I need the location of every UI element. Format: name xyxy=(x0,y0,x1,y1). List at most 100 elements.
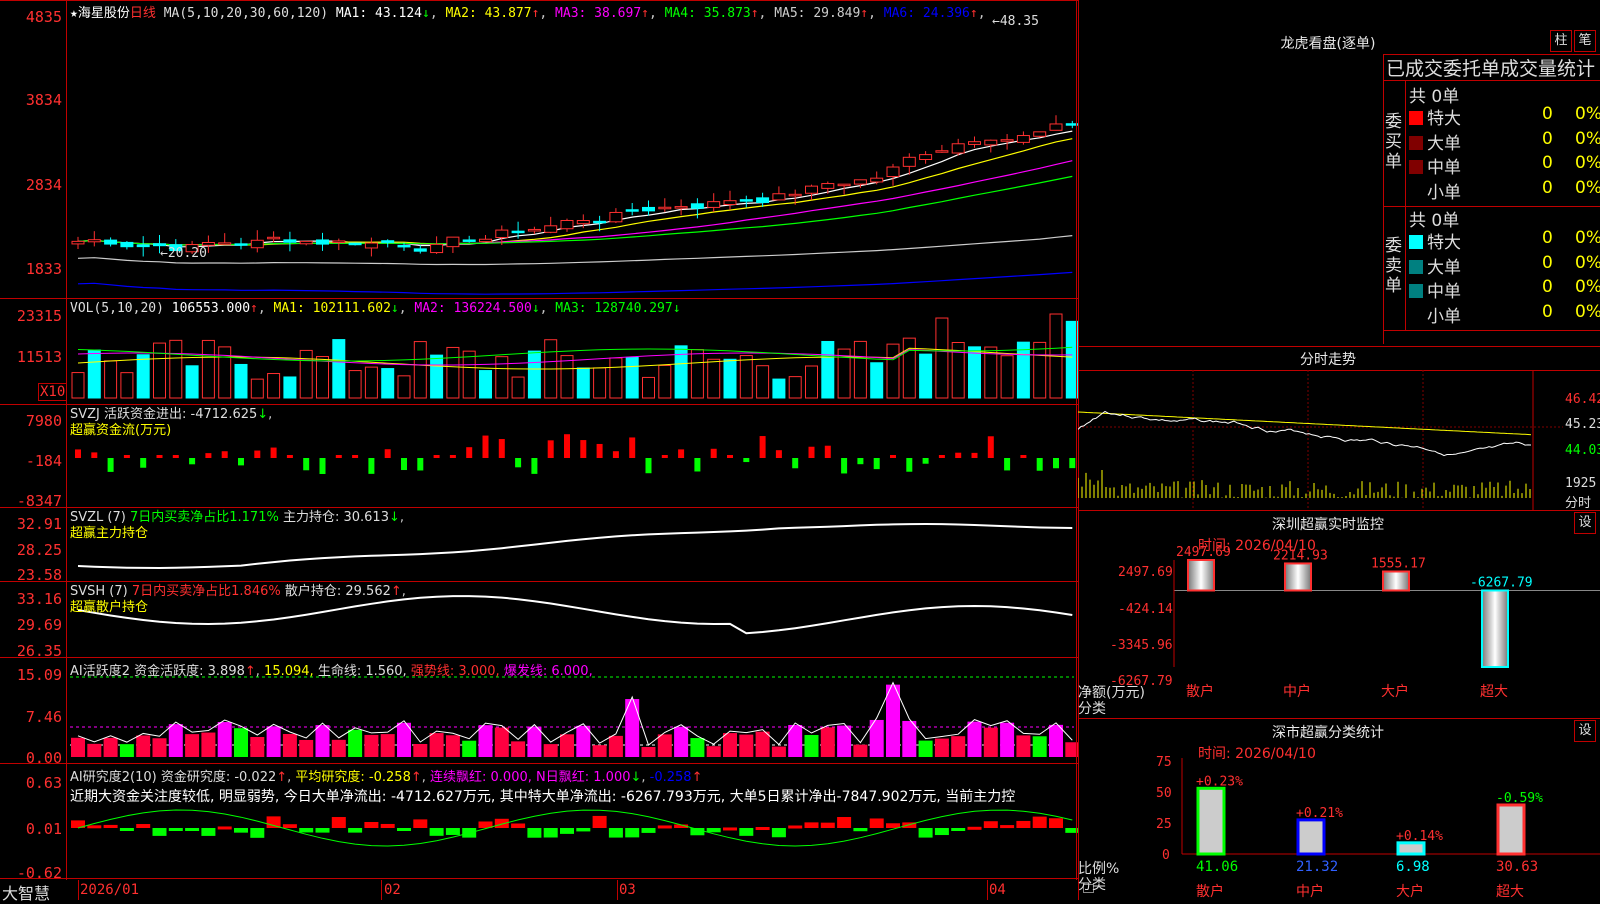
monitor-bar xyxy=(1284,562,1312,592)
svzj-axis-1: -184 xyxy=(25,452,62,470)
research-bar xyxy=(315,828,330,833)
activity-bar xyxy=(1000,722,1015,757)
sell-order-qty: 0 xyxy=(1542,277,1553,297)
price-axis-3: 1833 xyxy=(25,260,62,278)
color-swatch xyxy=(1409,308,1423,323)
sz-monitor-axis-2: -3345.96 xyxy=(1110,638,1173,653)
volume-bar xyxy=(299,349,313,399)
activity-bar xyxy=(771,746,786,757)
fund-flow-bar xyxy=(678,449,685,458)
sell-order-pct: 0% xyxy=(1575,228,1600,248)
candle-body xyxy=(576,220,590,225)
activity-bar xyxy=(380,734,395,757)
period-label[interactable]: 日线 xyxy=(130,6,156,21)
main-chart-area[interactable]: ★海星股份日线 MA(5,10,20,30,60,120) MA1: 43.12… xyxy=(0,0,1094,903)
volume-bar xyxy=(364,366,378,399)
research-bar xyxy=(331,817,346,828)
volume-bar xyxy=(87,349,101,399)
volume-bar xyxy=(104,360,118,399)
volume-bar xyxy=(919,353,933,399)
fund-flow-bar xyxy=(922,458,929,464)
class-change-label: +0.14% xyxy=(1396,829,1443,844)
activity-bar xyxy=(543,744,558,757)
activity-bar xyxy=(576,725,591,757)
tick-view-button[interactable]: 笔 xyxy=(1574,30,1596,52)
activity-bar xyxy=(837,725,852,757)
sell-order-row: 大单 0 0% xyxy=(1409,253,1600,278)
sell-order-row: 特大 0 0% xyxy=(1409,228,1600,253)
research-bar xyxy=(788,825,803,829)
fund-flow-bar xyxy=(401,458,407,471)
sz-monitor-axis-1: -424.14 xyxy=(1118,602,1173,617)
bar-view-button[interactable]: 柱 xyxy=(1550,30,1572,52)
fund-flow-bar xyxy=(1069,458,1076,469)
fund-flow-bar xyxy=(319,458,326,474)
fund-flow-bar xyxy=(971,452,978,458)
candle-body xyxy=(805,185,818,194)
fund-flow-bar xyxy=(808,446,815,458)
activity-bar xyxy=(217,722,232,757)
activity-bar xyxy=(413,744,428,757)
research-bar xyxy=(87,825,102,829)
monitor-bar xyxy=(1382,570,1410,592)
svzl-legend: SVZL (7) 7日内买卖净占比1.171% 主力持仓: 30.613↓, 超… xyxy=(70,510,405,541)
fund-flow-bar xyxy=(417,458,424,471)
star-icon[interactable]: ★ xyxy=(70,6,78,21)
volume-bar xyxy=(430,354,444,399)
activity-bar xyxy=(820,727,835,757)
vol-unit-label: X10 xyxy=(38,383,68,401)
buy-order-name: 小单 xyxy=(1427,182,1461,203)
sz-monitor-xlabel: 分类 xyxy=(1078,701,1106,717)
monitor-value-label: 2497.69 xyxy=(1176,545,1231,560)
fund-flow-bar xyxy=(91,452,98,458)
sell-order-name: 小单 xyxy=(1427,306,1461,327)
sz-class-axis-0: 75 xyxy=(1156,755,1172,770)
activity-bar xyxy=(364,734,379,757)
fund-flow-bar xyxy=(107,458,114,472)
stock-name: 海星股份 xyxy=(77,6,130,21)
buy-order-pct: 0% xyxy=(1575,128,1600,149)
research-bar xyxy=(250,828,265,838)
activity-bar xyxy=(234,728,248,757)
activity-bar xyxy=(983,727,998,757)
ai-activity-legend: AI活跃度2 资金活跃度: 3.898↑, 15.094, 生命线: 1.560… xyxy=(70,664,593,679)
candle-body xyxy=(495,229,509,238)
intraday-chart[interactable] xyxy=(1078,370,1600,510)
activity-bar xyxy=(266,726,281,757)
candle-body xyxy=(234,243,248,246)
buy-order-pct: 0% xyxy=(1575,177,1600,198)
candle-body xyxy=(511,230,525,234)
research-bar xyxy=(869,818,884,828)
ma-line-3 xyxy=(77,160,1073,246)
volume-bar xyxy=(381,368,395,399)
kline-chart-canvas[interactable] xyxy=(0,0,1078,900)
fund-flow-bar xyxy=(140,458,147,468)
volume-bar xyxy=(462,350,476,399)
svzl-axis-1: 28.25 xyxy=(16,541,62,559)
volume-bar xyxy=(609,357,623,399)
research-bar xyxy=(934,828,949,836)
svsh-legend: SVSH (7) 7日内买卖净占比1.846% 散户持仓: 29.562↑, 超… xyxy=(70,584,406,615)
fund-flow-bar xyxy=(286,455,293,458)
class-bar xyxy=(1296,818,1326,856)
activity-bar xyxy=(967,721,982,757)
research-bar xyxy=(413,819,428,828)
svzj-axis-0: 7980 xyxy=(25,412,62,430)
activity-bar xyxy=(886,684,900,757)
research-bar xyxy=(511,823,526,828)
research-bar xyxy=(201,828,216,836)
volume-bar xyxy=(527,350,541,399)
fund-flow-bar xyxy=(433,455,440,458)
activity-bar xyxy=(494,727,509,757)
ma-line-4 xyxy=(77,175,1073,246)
volume-bar xyxy=(690,349,704,399)
fund-flow-bar xyxy=(645,458,652,474)
sell-order-qty: 0 xyxy=(1542,228,1553,248)
volume-bar xyxy=(153,342,166,399)
fund-flow-bar xyxy=(515,458,522,468)
fund-flow-bar xyxy=(987,436,994,458)
research-bar xyxy=(429,828,444,836)
monitor-bar xyxy=(1481,589,1509,668)
activity-bar xyxy=(348,729,363,757)
volume-bar xyxy=(413,341,427,399)
